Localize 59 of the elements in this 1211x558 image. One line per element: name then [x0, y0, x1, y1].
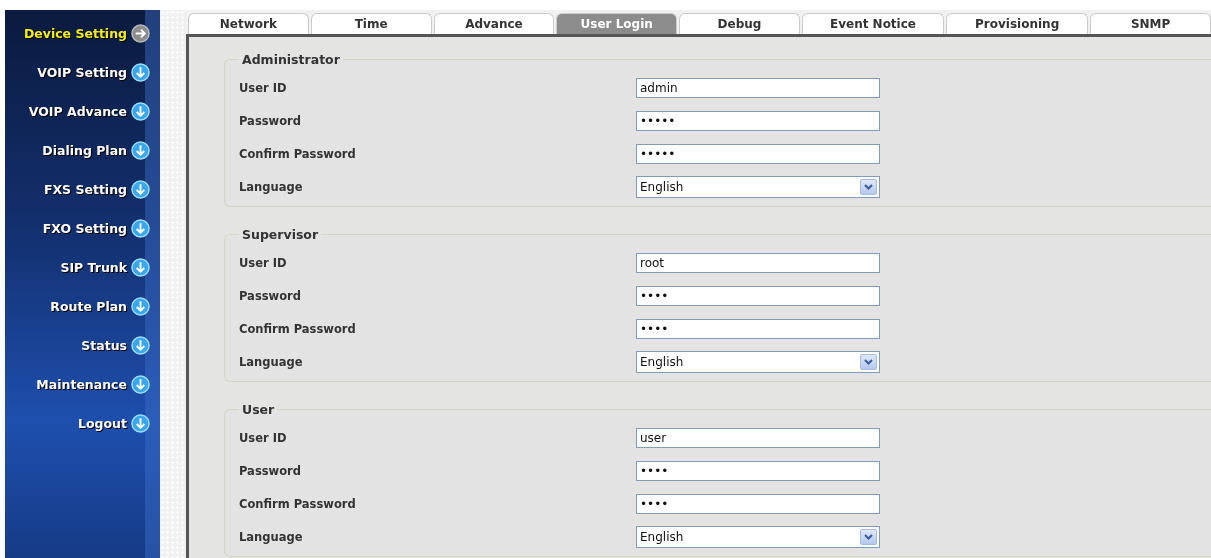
field-label: Language: [239, 354, 304, 369]
arrow-down-icon: [131, 102, 150, 121]
field-label: Password: [239, 463, 302, 478]
arrow-down-icon: [131, 414, 150, 433]
arrow-down-icon: [131, 180, 150, 199]
text-field[interactable]: root: [636, 252, 880, 273]
sidebar-item[interactable]: Device Setting: [23, 24, 150, 43]
tab[interactable]: SNMP: [1090, 13, 1211, 34]
field-label: Language: [239, 179, 304, 194]
text-field[interactable]: •••••: [636, 110, 880, 131]
language-dropdown[interactable]: English: [636, 175, 880, 198]
field-label: Language: [239, 529, 304, 544]
sidebar-item[interactable]: SIP Trunk: [60, 258, 150, 277]
arrow-down-icon: [131, 375, 150, 394]
sidebar-item[interactable]: Maintenance: [36, 375, 150, 394]
field-label: Password: [239, 113, 302, 128]
tab[interactable]: Time: [310, 13, 432, 34]
sidebar-item[interactable]: Logout: [78, 414, 150, 433]
sidebar-item[interactable]: VOIP Advance: [28, 102, 150, 121]
language-dropdown[interactable]: English: [636, 525, 880, 548]
text-field[interactable]: ••••: [636, 318, 880, 339]
arrow-down-icon: [131, 258, 150, 277]
arrow-down-icon: [131, 141, 150, 160]
sidebar-item[interactable]: VOIP Setting: [37, 63, 150, 82]
field-label: Password: [239, 288, 302, 303]
field-label: User ID: [239, 80, 288, 95]
sidebar-item[interactable]: FXS Setting: [43, 180, 150, 199]
field-label: User ID: [239, 255, 288, 270]
text-field[interactable]: ••••: [636, 493, 880, 514]
tab[interactable]: Debug: [679, 13, 800, 34]
chevron-down-icon: [860, 353, 877, 370]
field-label: User ID: [239, 430, 288, 445]
field-label: Confirm Password: [239, 321, 357, 336]
sidebar-item[interactable]: Dialing Plan: [42, 141, 150, 160]
sidebar-item[interactable]: Route Plan: [50, 297, 150, 316]
text-field[interactable]: admin: [636, 77, 880, 98]
text-field[interactable]: ••••: [636, 285, 880, 306]
text-field[interactable]: •••••: [636, 143, 880, 164]
sidebar-item[interactable]: FXO Setting: [42, 219, 150, 238]
section-title: Administrator: [241, 52, 341, 67]
chevron-down-icon: [860, 528, 877, 545]
tab[interactable]: Network: [188, 13, 309, 34]
chevron-down-icon: [860, 178, 877, 195]
tab[interactable]: Provisioning: [946, 13, 1089, 34]
field-label: Confirm Password: [239, 496, 357, 511]
arrow-down-icon: [131, 219, 150, 238]
section-title: Supervisor: [241, 227, 320, 242]
sidebar-item[interactable]: Status: [81, 336, 150, 355]
text-field[interactable]: ••••: [636, 460, 880, 481]
tab[interactable]: Event Notice: [801, 13, 945, 34]
tab[interactable]: Advance: [433, 13, 555, 34]
arrow-down-icon: [131, 63, 150, 82]
field-label: Confirm Password: [239, 146, 357, 161]
arrow-down-icon: [131, 336, 150, 355]
language-dropdown[interactable]: English: [636, 350, 880, 373]
text-field[interactable]: user: [636, 427, 880, 448]
arrow-right-icon: [131, 24, 150, 43]
section-title: User: [241, 402, 276, 417]
arrow-down-icon: [131, 297, 150, 316]
